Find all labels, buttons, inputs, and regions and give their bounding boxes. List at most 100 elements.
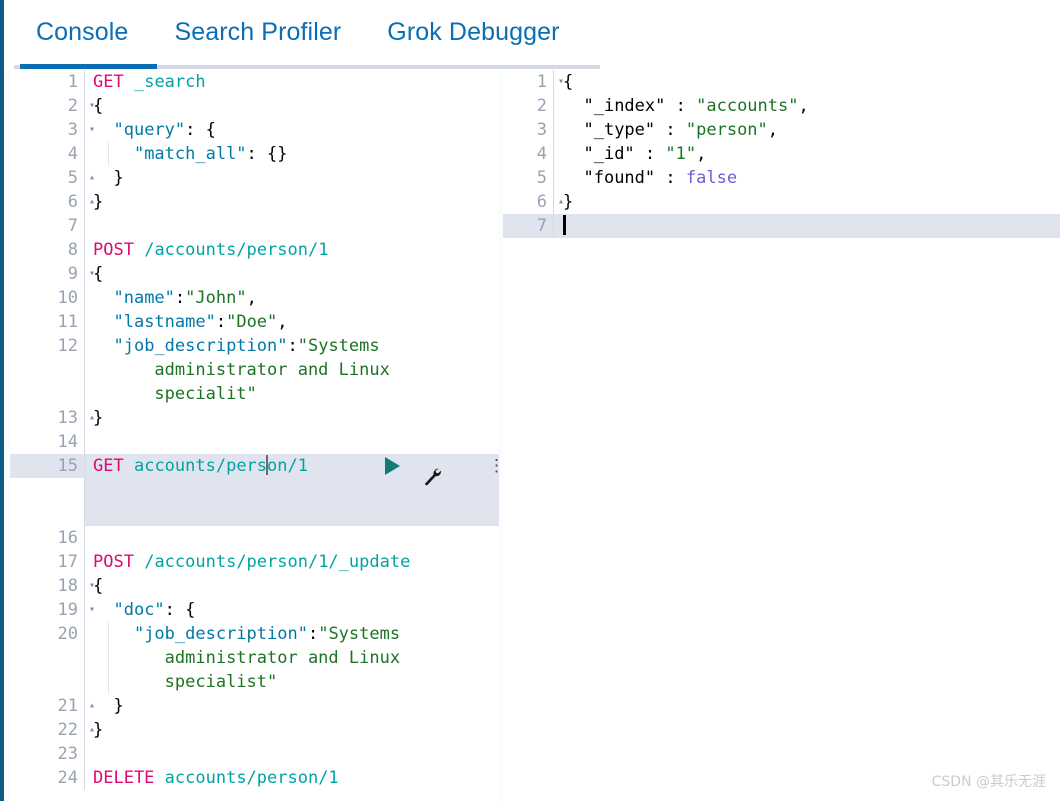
code-line[interactable]: 10 "name":"John", [10,286,499,310]
code-line[interactable]: 5 "found" : false [503,166,1060,190]
json-key: "match_all" [133,144,247,164]
line-content[interactable]: POST /accounts/person/1 [84,238,499,262]
response-pane[interactable]: 1 ▾ { 2 "_index" : "accounts", 3 "_type"… [503,70,1060,801]
line-content[interactable]: { [84,574,499,598]
code-line[interactable]: 23 [10,742,499,766]
line-content[interactable]: "_type" : "person", [553,118,1060,142]
line-number: 3 [536,120,547,140]
line-number: 15 [10,454,84,478]
brace: { [93,96,104,116]
active-request-line[interactable]: 15 GET accounts/person/1 ⋮ [10,454,499,526]
line-number: 6 [67,192,78,212]
line-content[interactable]: "job_description":"Systems administrator… [84,622,499,694]
code-line[interactable]: 4 "_id" : "1", [503,142,1060,166]
code-line[interactable]: 5 ▴ } [10,166,499,190]
line-content[interactable]: } [84,694,499,718]
request-actions [385,454,499,485]
json-string-value: "person" [685,120,768,140]
more-actions-icon[interactable]: ⋮ [488,456,499,476]
brace: } [93,192,104,212]
colon: : [307,624,319,644]
active-response-line[interactable]: 7 [503,214,1060,238]
line-content[interactable] [84,526,499,550]
brace: { [93,576,104,596]
line-content[interactable]: GET accounts/person/1 [84,454,499,526]
line-content[interactable]: { [84,94,499,118]
line-content[interactable] [84,742,499,766]
line-number: 23 [57,744,78,764]
code-line[interactable]: 21 ▴ } [10,694,499,718]
line-content[interactable]: "job_description":"Systems administrator… [84,334,499,406]
line-content[interactable]: GET _search [84,70,499,94]
line-content[interactable]: } [84,166,499,190]
code-line[interactable]: 16 [10,526,499,550]
line-content[interactable]: } [84,718,499,742]
code-line[interactable]: 11 "lastname":"Doe", [10,310,499,334]
line-number: 7 [67,216,78,236]
code-line[interactable]: 8 POST /accounts/person/1 [10,238,499,262]
code-line[interactable]: 17 POST /accounts/person/1/_update [10,550,499,574]
request-pane[interactable]: 1 GET _search 2 ▾ { 3 ▾ "query": { 4 "ma… [10,70,499,801]
tab-list: Console Search Profiler Grok Debugger [4,0,1060,62]
tab-console[interactable]: Console [36,0,150,45]
code-line[interactable]: 1 GET _search [10,70,499,94]
line-content[interactable]: "match_all": {} [84,142,499,166]
brace: { [185,600,196,620]
json-string-value-cont: administrator and Linux [154,360,390,380]
line-number: 6 [536,192,547,212]
line-content[interactable]: } [84,190,499,214]
line-content[interactable]: POST /accounts/person/1/_update [84,550,499,574]
response-code[interactable]: 1 ▾ { 2 "_index" : "accounts", 3 "_type"… [503,70,1060,238]
request-path: /accounts/person/1/_update [144,552,411,572]
code-line[interactable]: 4 "match_all": {} [10,142,499,166]
request-code[interactable]: 1 GET _search 2 ▾ { 3 ▾ "query": { 4 "ma… [10,70,499,790]
tab-grok-debugger[interactable]: Grok Debugger [363,0,581,45]
line-content[interactable]: "doc": { [84,598,499,622]
code-line[interactable]: 2 ▾ { [10,94,499,118]
line-number: 22 [57,720,78,740]
line-content[interactable]: { [84,262,499,286]
line-number: 2 [536,96,547,116]
code-line[interactable]: 7 [10,214,499,238]
code-line[interactable]: 9 ▾ { [10,262,499,286]
brace: { [205,120,216,140]
line-content[interactable]: "_index" : "accounts", [553,94,1060,118]
json-string-value: "1" [665,144,697,164]
code-line[interactable]: 1 ▾ { [503,70,1060,94]
code-line[interactable]: 12 "job_description":"Systems administra… [10,334,499,406]
play-icon[interactable] [385,457,400,475]
code-line[interactable]: 19 ▾ "doc": { [10,598,499,622]
line-content[interactable]: "name":"John", [84,286,499,310]
code-line[interactable]: 18 ▾ { [10,574,499,598]
line-content[interactable]: "query": { [84,118,499,142]
indent-guide [108,622,109,694]
code-line[interactable]: 24 DELETE accounts/person/1 [10,766,499,790]
line-number: 5 [536,168,547,188]
code-line[interactable]: 22 ▴ } [10,718,499,742]
code-line[interactable]: 2 "_index" : "accounts", [503,94,1060,118]
line-content[interactable] [553,214,1060,238]
code-line[interactable]: 3 "_type" : "person", [503,118,1060,142]
line-content[interactable]: "found" : false [553,166,1060,190]
line-number: 4 [536,144,547,164]
text-cursor [563,215,566,235]
tab-search-profiler[interactable]: Search Profiler [150,0,363,45]
code-line[interactable]: 6 ▴ } [10,190,499,214]
line-content[interactable]: "lastname":"Doe", [84,310,499,334]
line-content[interactable]: } [553,190,1060,214]
line-content[interactable] [84,214,499,238]
line-number: 1 [67,72,78,92]
code-line[interactable]: 3 ▾ "query": { [10,118,499,142]
line-content[interactable]: DELETE accounts/person/1 [84,766,499,790]
code-line[interactable]: 20 "job_description":"Systems administra… [10,622,499,694]
json-string-value-cont: administrator and Linux [164,648,401,668]
json-string-value-cont: specialit" [154,384,257,404]
colon: : [185,120,196,140]
line-number: 4 [67,144,78,164]
line-content[interactable]: "_id" : "1", [553,142,1060,166]
brace: } [113,696,124,716]
code-line[interactable]: 6 ▴ } [503,190,1060,214]
line-number: 20 [57,624,78,644]
line-content[interactable]: { [553,70,1060,94]
line-number: 12 [57,336,78,356]
